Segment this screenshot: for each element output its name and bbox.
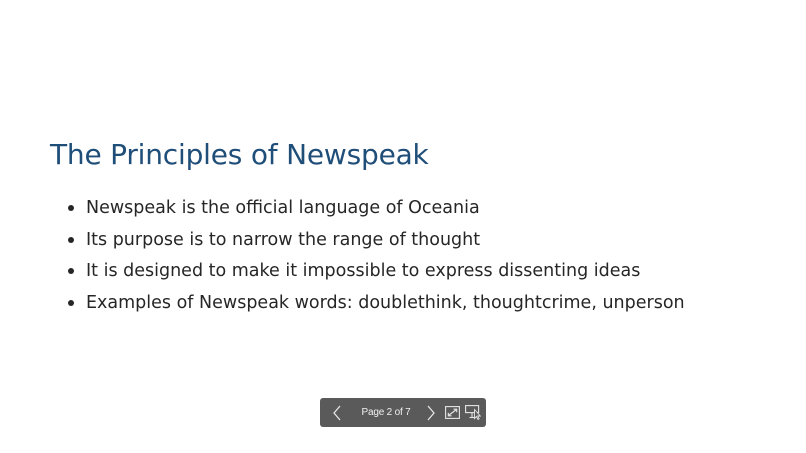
slide: The Principles of Newspeak Newspeak is t… — [0, 0, 806, 453]
bullet-item: Examples of Newspeak words: doublethink,… — [66, 289, 685, 321]
bullet-text: It is designed to make it impossible to … — [86, 261, 641, 282]
bullet-dot-icon — [68, 205, 74, 211]
chevron-right-icon — [426, 405, 436, 421]
bullet-item: Newspeak is the official language of Oce… — [66, 194, 685, 226]
bullet-dot-icon — [68, 236, 74, 243]
previous-slide-button[interactable] — [322, 398, 352, 427]
next-slide-button[interactable] — [420, 398, 442, 427]
bullet-dot-icon — [68, 300, 74, 307]
bullet-text: Examples of Newspeak words: doublethink,… — [86, 293, 685, 314]
bullet-text: Its purpose is to narrow the range of th… — [86, 229, 481, 250]
bullet-text: Newspeak is the official language of Oce… — [86, 198, 480, 218]
presenter-tools-button[interactable] — [462, 398, 484, 427]
slide-title: The Principles of Newspeak — [50, 138, 429, 171]
page-indicator: Page 2 of 7 — [361, 407, 411, 418]
bullet-list: Newspeak is the official language of Oce… — [66, 194, 685, 321]
bullet-item: It is designed to make it impossible to … — [66, 257, 685, 289]
chevron-left-icon — [332, 405, 342, 421]
fullscreen-button[interactable] — [442, 398, 462, 427]
fullscreen-icon — [444, 406, 460, 419]
bullet-dot-icon — [68, 268, 74, 275]
presenter-pointer-icon — [465, 405, 481, 420]
slide-navigation-toolbar: Page 2 of 7 — [320, 398, 486, 427]
bullet-item: Its purpose is to narrow the range of th… — [66, 226, 685, 258]
